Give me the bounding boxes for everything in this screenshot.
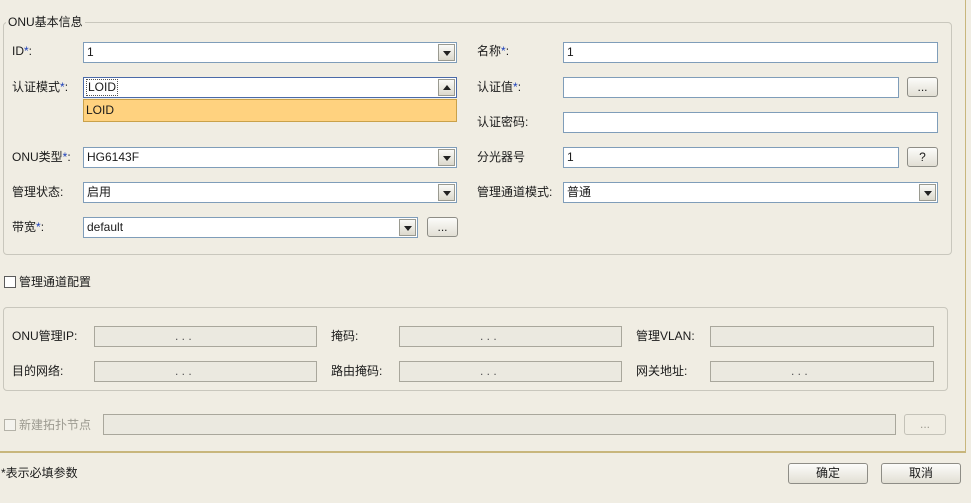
admin-state-label: 管理状态: [12,185,64,199]
mgmt-channel-mode-combo[interactable]: 普通 [563,182,938,203]
mgmt-vlan-label: 管理VLAN: [636,329,695,343]
auth-password-input[interactable] [563,112,938,133]
splitter-label: 分光器号 [477,150,526,164]
name-label: 名称*: [477,44,510,58]
chevron-down-icon[interactable] [438,184,455,201]
onu-mgmt-ip-label: ONU管理IP: [12,329,78,343]
splitter-help-button[interactable]: ? [907,147,938,167]
chevron-down-icon[interactable] [919,184,936,201]
id-label: ID*: [12,44,33,58]
auth-mode-dropdown-list: LOID [83,99,457,122]
id-value: 1 [87,45,94,59]
auth-value-input[interactable] [563,77,899,98]
auth-mode-combo[interactable]: LOID [83,77,457,98]
chevron-down-icon[interactable] [438,149,455,166]
topology-field [103,414,896,435]
bandwidth-label: 带宽*: [12,220,45,234]
onu-type-value: HG6143F [87,150,140,164]
dest-network-label: 目的网络: [12,364,64,378]
auth-value-label: 认证值*: [477,80,522,94]
mgmt-channel-mode-label: 管理通道模式: [477,185,553,199]
topology-checkbox [4,419,16,431]
bandwidth-value: default [87,220,124,234]
onu-mgmt-ip-field: . . . [94,326,317,347]
chevron-up-icon[interactable] [438,79,455,96]
auth-value-browse-button[interactable]: ... [907,77,938,97]
onu-type-combo[interactable]: HG6143F [83,147,457,168]
mask-field: . . . [399,326,622,347]
mgmt-channel-checkbox[interactable] [4,276,16,288]
bandwidth-combo[interactable]: default [83,217,418,238]
chevron-down-icon[interactable] [399,219,416,236]
bandwidth-browse-button[interactable]: ... [427,217,458,237]
mask-label: 掩码: [331,329,359,343]
required-note: *表示必填参数 [1,466,78,480]
mgmt-vlan-field [710,326,934,347]
mgmt-channel-checkbox-label[interactable]: 管理通道配置 [19,272,91,292]
basic-info-legend: ONU基本信息 [6,15,85,29]
auth-password-label: 认证密码: [477,115,529,129]
route-mask-field: . . . [399,361,622,382]
onu-dialog: ONU基本信息 ID*: 1 名称*: 1 认证模式*: LOID LOID 认… [0,0,971,503]
ok-button[interactable]: 确定 [788,463,868,484]
gateway-label: 网关地址: [636,364,688,378]
auth-mode-label: 认证模式*: [12,80,69,94]
mgmt-channel-mode-value: 普通 [567,185,592,199]
topology-checkbox-label: 新建拓扑节点 [19,418,92,432]
splitter-input[interactable]: 1 [563,147,899,168]
dropdown-option-loid[interactable]: LOID [86,102,114,119]
footer-separator [0,452,966,453]
admin-state-value: 启用 [87,185,112,199]
route-mask-label: 路由掩码: [331,364,383,378]
dest-network-field: . . . [94,361,317,382]
auth-mode-value: LOID [85,79,119,96]
cancel-button[interactable]: 取消 [881,463,961,484]
chevron-down-icon[interactable] [438,44,455,61]
name-input[interactable]: 1 [563,42,938,63]
admin-state-combo[interactable]: 启用 [83,182,457,203]
topology-browse-button: ... [904,414,946,435]
id-combo[interactable]: 1 [83,42,457,63]
gateway-field: . . . [710,361,934,382]
onu-type-label: ONU类型*: [12,150,71,164]
